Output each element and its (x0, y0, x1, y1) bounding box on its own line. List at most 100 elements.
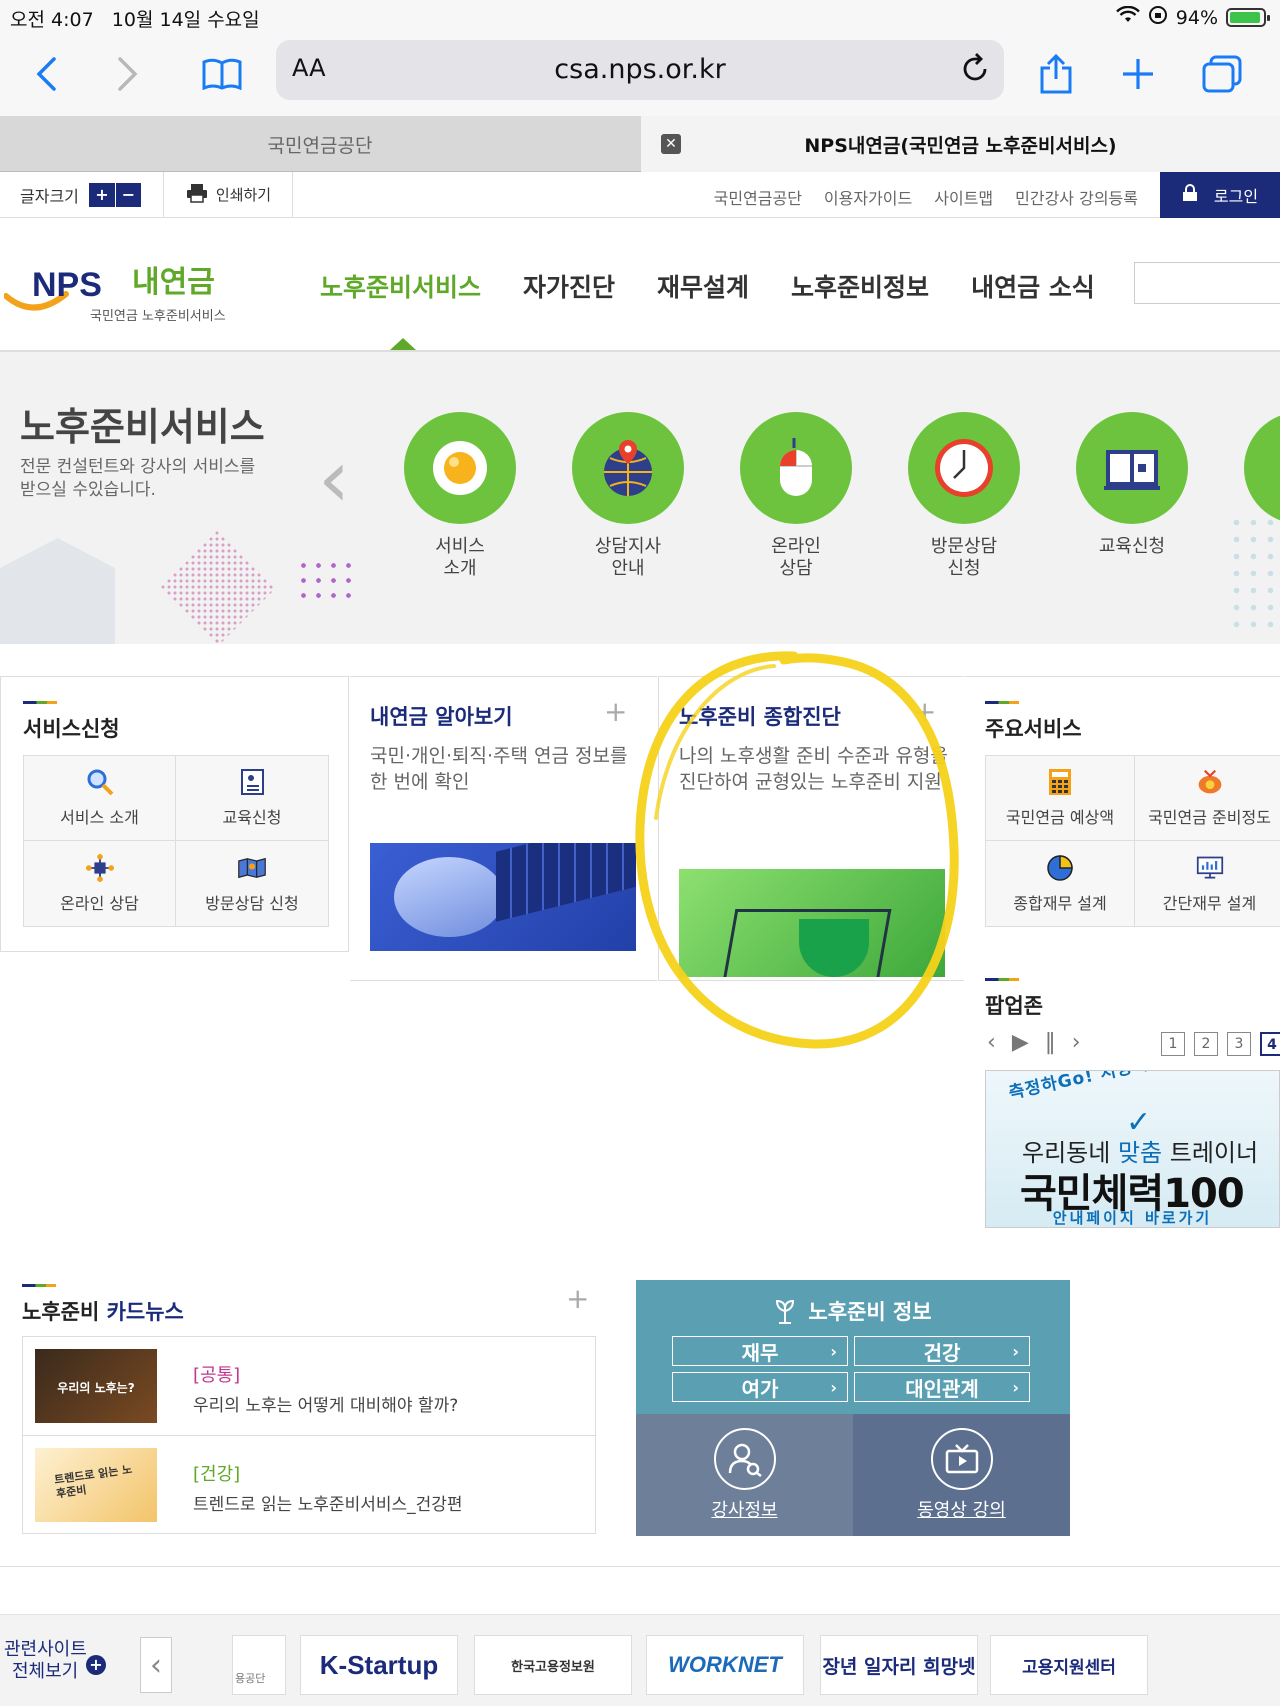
nav-financial-design[interactable]: 재무설계 (657, 268, 749, 304)
main-item-total-finance[interactable]: 종합재무 설계 (986, 841, 1135, 926)
service-item-education[interactable]: 교육신청 (1072, 412, 1192, 558)
bookmarks-icon[interactable] (194, 46, 250, 102)
tabs-overview-icon[interactable] (1194, 46, 1250, 102)
tab-csa[interactable]: ✕ NPS내연금(국민연금 노후준비서비스) (641, 116, 1280, 172)
new-tab-icon[interactable] (1110, 46, 1166, 102)
instructor-info-label: 강사정보 (711, 1500, 778, 1521)
related-site-employment-center[interactable]: 고용지원센터 (990, 1635, 1148, 1695)
close-tab-icon[interactable]: ✕ (661, 134, 681, 154)
popup-zone: 팝업존 ‹ ▶ ‖ › 1 2 3 4 측정하Go! 처방하Go! 운동하Go!… (965, 974, 1280, 1234)
nav-self-diagnosis[interactable]: 자가진단 (523, 268, 615, 304)
instructor-info-link[interactable]: 강사정보 (636, 1414, 853, 1536)
site-logo[interactable]: NPS 내연금 국민연금 노후준비서비스 (3, 256, 234, 326)
tab-nps[interactable]: 국민연금공단 (0, 116, 640, 172)
more-plus-icon[interactable]: + (566, 1282, 589, 1315)
card-tag: [공통] (193, 1365, 241, 1386)
pension-overview-box[interactable]: 내연금 알아보기 + 국민·개인·퇴직·주택 연금 정보를 한 번에 확인 (350, 676, 657, 981)
service-item-lecture[interactable]: 강 (1240, 412, 1280, 558)
battery-icon (1226, 8, 1270, 27)
link-instructor-register[interactable]: 민간강사 강의등록 (1015, 185, 1138, 209)
apply-item-education[interactable]: 교육신청 (176, 756, 328, 841)
list-item[interactable]: 트렌드로 읽는 노후준비 [건강] 트렌드로 읽는 노후준비서비스_건강편 (23, 1435, 595, 1533)
site-header: NPS 내연금 국민연금 노후준비서비스 노후준비서비스 자가진단 재무설계 노… (0, 218, 1280, 352)
forward-icon[interactable] (100, 46, 156, 102)
piechart-icon (1046, 854, 1074, 882)
info-btn-leisure[interactable]: 여가 › (672, 1372, 848, 1402)
btn-label: 건강 (923, 1340, 961, 1365)
service-item-branch[interactable]: 상담지사 안내 (568, 412, 688, 580)
popup-page-1[interactable]: 1 (1161, 1032, 1185, 1056)
tv-icon (930, 1428, 993, 1490)
service-item-visit[interactable]: 방문상담 신청 (904, 412, 1024, 580)
login-button[interactable]: 로그인 (1160, 172, 1280, 218)
apply-item-intro[interactable]: 서비스 소개 (24, 756, 176, 841)
popup-next-icon[interactable]: › (1072, 1030, 1081, 1055)
service-item-intro[interactable]: 서비스 소개 (400, 412, 520, 580)
popup-page-3[interactable]: 3 (1227, 1032, 1251, 1056)
service-item-label: 방문상담 신청 (930, 536, 998, 579)
service-item-label: 강 (1240, 536, 1280, 558)
related-site-kstartup[interactable]: K-Startup (300, 1635, 458, 1695)
related-site-item[interactable]: 용공단 (232, 1635, 286, 1695)
apply-item-visit[interactable]: 방문상담 신청 (176, 841, 328, 926)
status-bar: 오전 4:07 10월 14일 수요일 94% (0, 0, 1280, 36)
font-decrease-button[interactable]: − (114, 182, 141, 207)
browser-tab-bar: 국민연금공단 ✕ NPS내연금(국민연금 노후준비서비스) (0, 116, 1280, 172)
related-site-keis[interactable]: 한국고용정보원 (474, 1635, 632, 1695)
link-user-guide[interactable]: 이용자가이드 (824, 185, 912, 209)
nav-retire-service[interactable]: 노후준비서비스 (320, 268, 481, 304)
popup-pause-icon[interactable]: ‖ (1045, 1030, 1056, 1055)
related-sites-plus-icon[interactable]: + (86, 1655, 106, 1675)
related-site-jangnyeon[interactable]: 장년 일자리 희망넷 (820, 1635, 978, 1695)
more-plus-icon[interactable]: + (913, 695, 936, 728)
popup-play-icon[interactable]: ▶ (1012, 1030, 1029, 1055)
main-services-box: 주요서비스 국민연금 예상액 국민연금 준비정도 종합재무 설계 간단재무 설계 (965, 676, 1280, 952)
popup-banner-fitness100[interactable]: 측정하Go! 처방하Go! 운동하Go! ✓ 우리동네 맞춤 트레이너 국민체력… (985, 1070, 1280, 1228)
magnifier-icon (86, 768, 114, 796)
section-divider (0, 1566, 1280, 1567)
banner-line3: 안내페이지 바로가기 (1052, 1209, 1213, 1227)
info-btn-finance[interactable]: 재무 › (672, 1336, 848, 1366)
title-text: 노후준비 (22, 1300, 107, 1324)
nav-news[interactable]: 내연금 소식 (971, 268, 1095, 304)
main-item-pension-estimate[interactable]: 국민연금 예상액 (986, 756, 1135, 841)
font-increase-button[interactable]: + (89, 183, 115, 207)
main-item-simple-finance[interactable]: 간단재무 설계 (1135, 841, 1280, 926)
video-lecture-link[interactable]: 동영상 강의 (853, 1414, 1070, 1536)
address-bar[interactable]: AA csa.nps.or.kr (276, 40, 1004, 100)
service-item-label: 상담지사 안내 (594, 536, 662, 579)
desc-line: 한 번에 확인 (370, 771, 470, 793)
card-news-list: 우리의 노후는? [공통] 우리의 노후는 어떻게 대비해야 할까? 트렌드로 … (22, 1336, 596, 1534)
share-icon[interactable] (1028, 46, 1084, 102)
utility-bar: 글자크기 + − 인쇄하기 국민연금공단 이용자가이드 사이트맵 민간강사 강의… (0, 172, 1280, 218)
title-accent: 카드뉴스 (106, 1300, 184, 1324)
more-plus-icon[interactable]: + (604, 695, 627, 728)
chevron-right-icon: › (1012, 1341, 1019, 1361)
list-item[interactable]: 우리의 노후는? [공통] 우리의 노후는 어떻게 대비해야 할까? (23, 1337, 595, 1435)
link-sitemap[interactable]: 사이트맵 (934, 185, 993, 209)
orientation-lock-icon (1148, 5, 1168, 30)
related-site-worknet[interactable]: WORKNET (646, 1635, 804, 1695)
related-sites-label[interactable]: 관련사이트 전체보기 (4, 1639, 87, 1683)
reload-icon[interactable] (960, 48, 990, 93)
popup-zone-title: 팝업존 (985, 994, 1043, 1018)
carousel-prev-icon[interactable]: ‹ (318, 432, 350, 525)
search-input[interactable] (1134, 262, 1280, 304)
print-button[interactable]: 인쇄하기 (165, 172, 293, 217)
related-sites-prev-icon[interactable]: ‹ (140, 1637, 172, 1693)
nav-retire-info[interactable]: 노후준비정보 (791, 268, 929, 304)
tab-title: 국민연금공단 (267, 134, 373, 157)
main-item-pension-ready[interactable]: 국민연금 준비정도 (1135, 756, 1280, 841)
popup-page-2[interactable]: 2 (1194, 1032, 1218, 1056)
link-nps[interactable]: 국민연금공단 (714, 185, 802, 209)
info-btn-health[interactable]: 건강 › (854, 1336, 1030, 1366)
apply-item-label: 서비스 소개 (60, 808, 139, 827)
popup-prev-icon[interactable]: ‹ (987, 1030, 996, 1055)
info-btn-relations[interactable]: 대인관계 › (854, 1372, 1030, 1402)
login-label: 로그인 (1213, 187, 1259, 206)
apply-item-online[interactable]: 온라인 상담 (24, 841, 176, 926)
service-item-online[interactable]: 온라인 상담 (736, 412, 856, 580)
retirement-diagnosis-box[interactable]: 노후준비 종합진단 + 나의 노후생활 준비 수준과 유형을 진단하여 균형있는… (658, 676, 964, 981)
popup-page-4[interactable]: 4 (1260, 1032, 1280, 1056)
back-icon[interactable] (18, 46, 74, 102)
